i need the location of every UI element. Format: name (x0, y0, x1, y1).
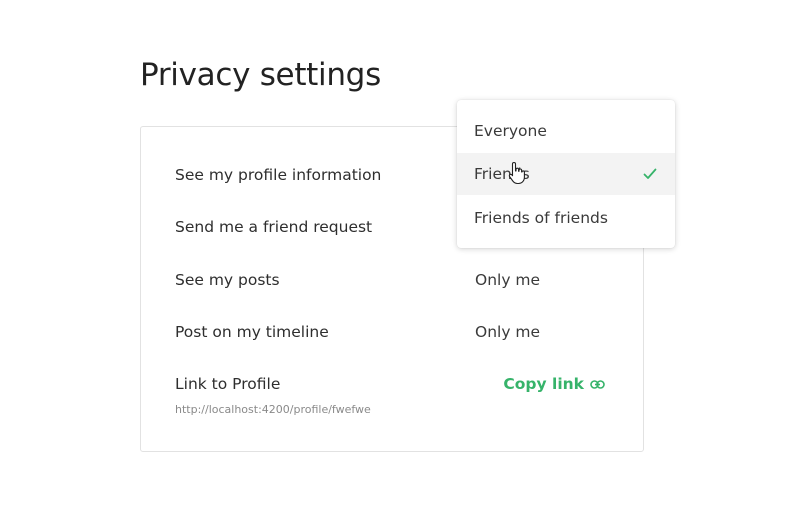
setting-label: Send me a friend request (175, 218, 373, 236)
dropdown-option-label: Friends of friends (474, 209, 608, 227)
setting-row-see-posts: See my posts Only me (175, 267, 609, 293)
setting-value-select[interactable]: Only me (475, 323, 540, 341)
dropdown-option-friends-of-friends[interactable]: Friends of friends (457, 197, 675, 239)
copy-link-button[interactable]: Copy link (503, 371, 605, 397)
check-icon (643, 166, 657, 184)
audience-dropdown-menu: Everyone Friends Friends of friends (457, 100, 675, 248)
dropdown-option-label: Friends (474, 165, 530, 183)
privacy-settings-page: Privacy settings See my profile informat… (0, 0, 794, 532)
setting-value-select[interactable]: Only me (475, 271, 540, 289)
link-icon (590, 379, 605, 389)
dropdown-option-friends[interactable]: Friends (457, 153, 675, 195)
page-title: Privacy settings (140, 57, 381, 93)
setting-row-post-timeline: Post on my timeline Only me (175, 319, 609, 345)
copy-link-label: Copy link (503, 375, 584, 393)
profile-link-label: Link to Profile (175, 375, 281, 393)
dropdown-option-everyone[interactable]: Everyone (457, 110, 675, 152)
setting-label: See my posts (175, 271, 280, 289)
setting-label: Post on my timeline (175, 323, 329, 341)
dropdown-option-label: Everyone (474, 122, 547, 140)
profile-url: http://localhost:4200/profile/fwefwe (175, 403, 371, 416)
setting-label: See my profile information (175, 166, 382, 184)
